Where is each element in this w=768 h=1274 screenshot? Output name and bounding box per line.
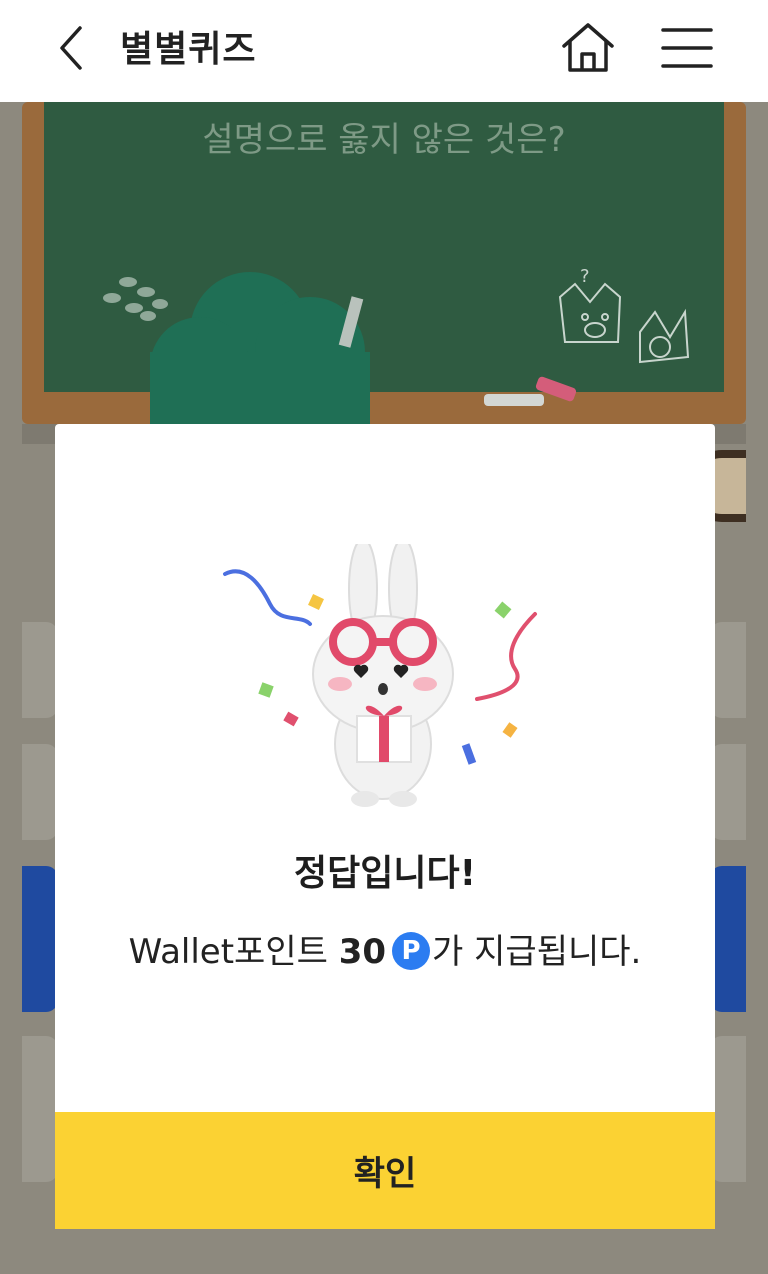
- hamburger-menu-icon: [661, 28, 713, 68]
- answer-option-4-right[interactable]: [710, 1036, 746, 1182]
- page-title: 별별퀴즈: [120, 29, 257, 70]
- answer-option-2-right[interactable]: [710, 744, 746, 840]
- chalkboard-decoration: ?: [103, 266, 690, 424]
- reward-suffix: 가 지급됩니다.: [432, 932, 642, 972]
- answer-option-2-left[interactable]: [22, 744, 58, 840]
- result-title: 정답입니다!: [293, 853, 477, 894]
- app-header: 별별퀴즈: [0, 0, 768, 102]
- answer-option-3-right[interactable]: [710, 866, 746, 1012]
- answer-option-4-left[interactable]: [22, 1036, 58, 1182]
- home-icon: [562, 23, 614, 72]
- back-button[interactable]: [50, 22, 94, 74]
- home-button[interactable]: [558, 20, 618, 76]
- answer-option-3-left[interactable]: [22, 866, 58, 1012]
- menu-button[interactable]: [660, 24, 714, 72]
- reward-message: Wallet포인트 30 P 가 지급됩니다.: [115, 924, 655, 980]
- confirm-button[interactable]: 확인: [55, 1112, 715, 1229]
- result-modal: 정답입니다! Wallet포인트 30 P 가 지급됩니다. 확인: [55, 424, 715, 1229]
- reward-points: 30: [338, 932, 387, 972]
- chevron-left-icon: [60, 26, 82, 70]
- point-badge-icon: P: [392, 932, 431, 970]
- svg-text:?: ?: [580, 266, 590, 287]
- rabbit-gift-illustration: [223, 544, 537, 807]
- reward-prefix: Wallet포인트: [128, 932, 339, 972]
- answer-option-1-left[interactable]: [22, 622, 58, 718]
- answer-option-1-right[interactable]: [710, 622, 746, 718]
